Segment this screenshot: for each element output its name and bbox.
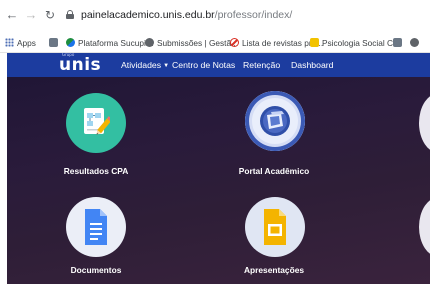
tile-partial-right[interactable] xyxy=(419,197,430,257)
tile-label: Resultados CPA xyxy=(63,166,129,176)
submissoes-favicon-icon xyxy=(145,38,154,47)
site-navbar: Grupo unis Atividades ▼ Centro de Notas R… xyxy=(7,53,430,77)
bookmarks-bar: Apps Plataforma Sucupira Submissões | Ge… xyxy=(0,34,430,53)
menu-dashboard[interactable]: Dashboard xyxy=(291,58,334,72)
menu-label: Centro de Notas xyxy=(172,60,236,70)
bookmark-favicon-icon xyxy=(393,38,402,47)
bookmark-extra-2[interactable] xyxy=(410,37,422,50)
url-path: /professor/index/ xyxy=(214,9,293,21)
bookmark-label: Psicologia Social C... xyxy=(322,38,400,48)
tile-icon-circle[interactable] xyxy=(245,197,305,257)
sucupira-favicon-icon xyxy=(66,38,75,47)
bookmark-extra[interactable] xyxy=(393,37,405,50)
tile-label: Portal Acadêmico xyxy=(238,166,310,176)
menu-retencao[interactable]: Retenção xyxy=(243,58,280,72)
google-slides-icon xyxy=(264,209,286,245)
tile-partial-right[interactable] xyxy=(419,93,430,153)
browser-address-bar: ← → ↻ painelacademico.unis.edu.br/profes… xyxy=(0,0,430,34)
url-host: painelacademico.unis.edu.br xyxy=(81,9,215,21)
bookmark-favicon-icon xyxy=(49,38,58,47)
bookmark-label: Apps xyxy=(17,38,36,48)
bookmark-psicologia[interactable]: Psicologia Social C... xyxy=(310,37,400,50)
caret-down-icon: ▼ xyxy=(163,63,170,69)
forward-arrow-icon[interactable]: → xyxy=(24,8,38,22)
tile-label: Documentos xyxy=(70,265,122,275)
logo-text: unis xyxy=(59,55,102,75)
bookmark-apps[interactable]: Apps xyxy=(5,37,36,50)
back-arrow-icon[interactable]: ← xyxy=(5,8,19,22)
bookmark-label: Plataforma Sucupira xyxy=(78,38,154,48)
bookmark-submissoes[interactable]: Submissões | Gestã... xyxy=(145,37,238,50)
bookmark-label: Submissões | Gestã... xyxy=(157,38,239,48)
unis-logo[interactable]: Grupo unis xyxy=(59,53,103,76)
app-launcher-grid: Resultados CPA Portal Acadêmico Document… xyxy=(7,77,430,284)
url-input[interactable]: painelacademico.unis.edu.br/professor/in… xyxy=(81,8,292,22)
lock-icon[interactable] xyxy=(66,10,74,19)
reload-icon[interactable]: ↻ xyxy=(43,8,57,22)
blocked-favicon-icon xyxy=(230,38,239,47)
menu-label: Atividades xyxy=(121,60,162,70)
menu-atividades[interactable]: Atividades ▼ xyxy=(121,58,169,72)
menu-label: Retenção xyxy=(243,60,281,70)
bookmark-favicon[interactable] xyxy=(49,37,61,50)
google-docs-icon xyxy=(85,209,107,245)
tile-icon-circle[interactable] xyxy=(245,91,305,151)
tile-icon-circle[interactable] xyxy=(66,93,126,153)
cpa-results-icon xyxy=(84,108,110,135)
psicologia-favicon-icon xyxy=(310,38,319,47)
portal-academico-icon xyxy=(260,106,290,136)
menu-centro-de-notas[interactable]: Centro de Notas xyxy=(172,58,235,72)
tile-label: Apresentações xyxy=(243,265,305,275)
bookmark-sucupira[interactable]: Plataforma Sucupira xyxy=(66,37,153,50)
apps-grid-icon xyxy=(5,38,14,47)
bookmark-favicon-icon xyxy=(410,38,419,47)
menu-label: Dashboard xyxy=(291,60,334,70)
tile-icon-circle[interactable] xyxy=(66,197,126,257)
